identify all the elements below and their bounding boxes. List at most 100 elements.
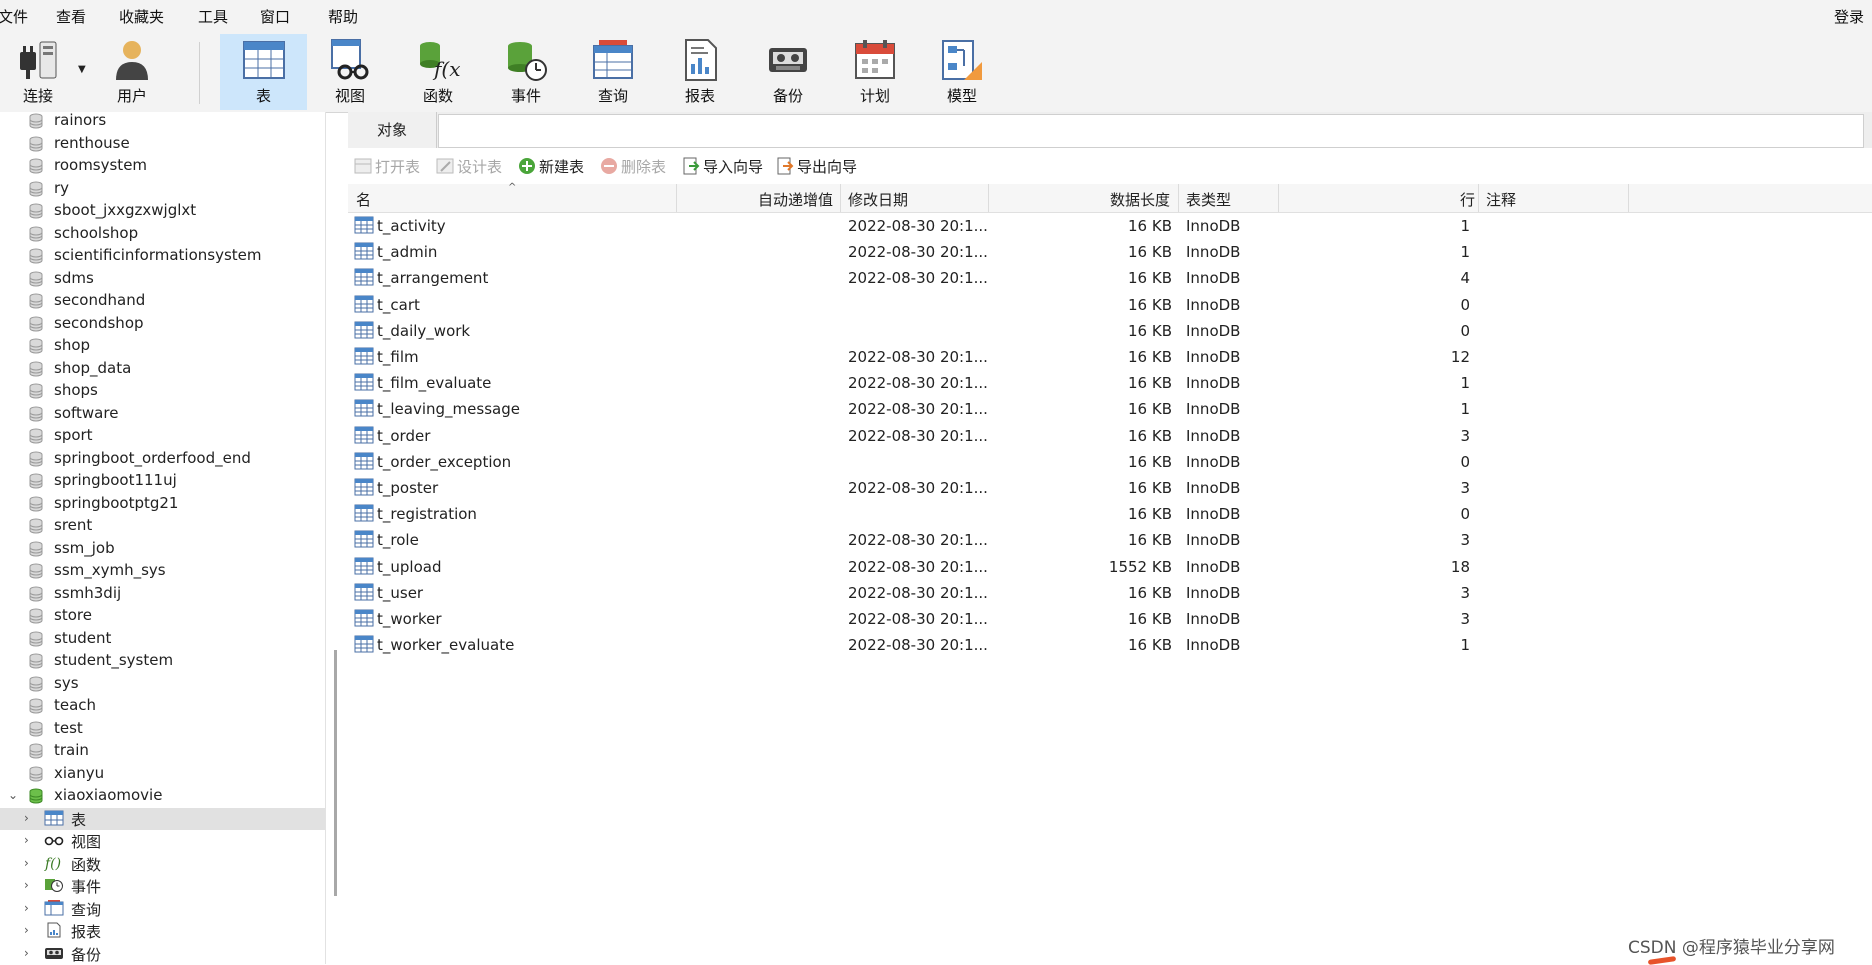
sidebar-category-item[interactable]: › 表 [0, 807, 325, 830]
sidebar-database-item[interactable]: secondhand [0, 290, 325, 312]
export-wizard-button[interactable]: 导出向导 [776, 156, 857, 177]
column-divider[interactable] [988, 184, 989, 212]
chevron-right-icon[interactable]: › [24, 856, 29, 870]
sidebar-database-item[interactable]: ssmh3dij [0, 583, 325, 605]
sidebar-database-item[interactable]: sys [0, 673, 325, 695]
sidebar-category-item[interactable]: › 视图 [0, 830, 325, 852]
sidebar-category-item[interactable]: › 备份 [0, 943, 325, 965]
ribbon-event-button[interactable]: 事件 [484, 34, 568, 110]
chevron-down-icon[interactable]: ▼ [78, 64, 86, 75]
col-rows-header[interactable]: 行 [1460, 189, 1475, 210]
menu-view[interactable]: 查看 [56, 6, 86, 27]
import-wizard-button[interactable]: 导入向导 [682, 156, 763, 177]
column-divider[interactable] [1178, 184, 1179, 212]
table-row[interactable]: t_worker_evaluate 2022-08-30 20:1... 16 KB… [348, 633, 1872, 659]
sidebar-database-item[interactable]: software [0, 403, 325, 425]
table-row[interactable]: t_role 2022-08-30 20:1... 16 KB InnoDB 3 [348, 528, 1872, 554]
table-row[interactable]: t_leaving_message 2022-08-30 20:1... 16 KB… [348, 397, 1872, 423]
sidebar-database-item[interactable]: rainors [0, 112, 325, 132]
sidebar-database-item[interactable]: renthouse [0, 133, 325, 155]
column-divider[interactable] [1628, 184, 1629, 212]
column-divider[interactable] [1478, 184, 1479, 212]
sidebar-database-item[interactable]: springboot111uj [0, 470, 325, 492]
sidebar-database-item[interactable]: train [0, 740, 325, 762]
column-divider[interactable] [1278, 184, 1279, 212]
col-data-length-header[interactable]: 数据长度 [1110, 189, 1170, 210]
sidebar-database-open[interactable]: ⌄ xiaoxiaomovie [0, 785, 325, 807]
col-name-header[interactable]: 名 [356, 189, 371, 210]
object-search-input[interactable] [438, 114, 1864, 148]
menu-window[interactable]: 窗口 [260, 6, 290, 27]
chevron-right-icon[interactable]: › [24, 901, 29, 915]
chevron-right-icon[interactable]: › [24, 878, 29, 892]
sidebar-database-item[interactable]: student_system [0, 650, 325, 672]
ribbon-backup-button[interactable]: 备份 [746, 34, 830, 110]
sidebar-database-item[interactable]: roomsystem [0, 155, 325, 177]
new-table-button[interactable]: 新建表 [518, 156, 584, 177]
sidebar-database-item[interactable]: ssm_job [0, 538, 325, 560]
tab-objects[interactable]: 对象 [348, 112, 437, 148]
sidebar-category-item[interactable]: › f() 函数 [0, 853, 325, 875]
menu-help[interactable]: 帮助 [328, 6, 358, 27]
table-row[interactable]: t_user 2022-08-30 20:1... 16 KB InnoDB 3 [348, 581, 1872, 607]
login-link[interactable]: 登录 [1834, 6, 1864, 27]
sidebar-database-item[interactable]: ssm_xymh_sys [0, 560, 325, 582]
chevron-right-icon[interactable]: › [24, 923, 29, 937]
sidebar-category-item[interactable]: › 查询 [0, 898, 325, 920]
chevron-right-icon[interactable]: › [24, 833, 29, 847]
menu-tools[interactable]: 工具 [198, 6, 228, 27]
sidebar-database-item[interactable]: shop_data [0, 358, 325, 380]
table-row[interactable]: t_worker 2022-08-30 20:1... 16 KB InnoDB 3 [348, 607, 1872, 633]
sidebar-database-item[interactable]: schoolshop [0, 223, 325, 245]
ribbon-function-button[interactable]: f(x) 函数 [396, 34, 480, 110]
sidebar-database-item[interactable]: sdms [0, 268, 325, 290]
menu-file[interactable]: 文件 [0, 6, 28, 27]
user-button[interactable]: 用户 [90, 34, 174, 110]
sidebar-scrollbar[interactable] [334, 650, 337, 896]
column-divider[interactable] [840, 184, 841, 212]
table-row[interactable]: t_order_exception 16 KB InnoDB 0 [348, 450, 1872, 476]
table-row[interactable]: t_cart 16 KB InnoDB 0 [348, 293, 1872, 319]
table-row[interactable]: t_activity 2022-08-30 20:1... 16 KB InnoDB 1 [348, 214, 1872, 240]
sidebar-database-item[interactable]: teach [0, 695, 325, 717]
table-row[interactable]: t_daily_work 16 KB InnoDB 0 [348, 319, 1872, 345]
connect-button[interactable]: 连接 ▼ [0, 34, 86, 110]
col-auto-increment-header[interactable]: 自动递增值 [758, 189, 833, 210]
sidebar-database-item[interactable]: scientificinformationsystem [0, 245, 325, 267]
table-row[interactable]: t_arrangement 2022-08-30 20:1... 16 KB Inno… [348, 266, 1872, 292]
sidebar-category-item[interactable]: › 报表 [0, 920, 325, 942]
sidebar-database-item[interactable]: sboot_jxxgzxwjglxt [0, 200, 325, 222]
table-row[interactable]: t_film 2022-08-30 20:1... 16 KB InnoDB 12 [348, 345, 1872, 371]
ribbon-view-button[interactable]: 视图 [308, 34, 392, 110]
ribbon-model-button[interactable]: 模型 [920, 34, 1004, 110]
ribbon-schedule-button[interactable]: 计划 [833, 34, 917, 110]
ribbon-report-button[interactable]: 报表 [658, 34, 742, 110]
col-modified-header[interactable]: 修改日期 [848, 189, 908, 210]
chevron-down-icon[interactable]: ⌄ [8, 788, 18, 802]
sidebar-database-item[interactable]: springbootptg21 [0, 493, 325, 515]
sidebar-database-item[interactable]: xianyu [0, 763, 325, 785]
table-row[interactable]: t_poster 2022-08-30 20:1... 16 KB InnoDB 3 [348, 476, 1872, 502]
sidebar-database-item[interactable]: store [0, 605, 325, 627]
sidebar-database-item[interactable]: secondshop [0, 313, 325, 335]
sidebar-database-item[interactable]: springboot_orderfood_end [0, 448, 325, 470]
table-row[interactable]: t_upload 2022-08-30 20:1... 1552 KB InnoDB 1… [348, 555, 1872, 581]
column-divider[interactable] [676, 184, 677, 212]
sidebar-database-item[interactable]: srent [0, 515, 325, 537]
ribbon-table-button[interactable]: 表 [220, 34, 307, 110]
design-table-button[interactable]: 设计表 [436, 156, 502, 177]
table-row[interactable]: t_order 2022-08-30 20:1... 16 KB InnoDB 3 [348, 424, 1872, 450]
sidebar-category-item[interactable]: › 事件 [0, 875, 325, 897]
sidebar-database-item[interactable]: sport [0, 425, 325, 447]
sidebar-database-item[interactable]: shops [0, 380, 325, 402]
col-engine-header[interactable]: 表类型 [1186, 189, 1231, 210]
table-row[interactable]: t_film_evaluate 2022-08-30 20:1... 16 KB In… [348, 371, 1872, 397]
sidebar-database-item[interactable]: ry [0, 178, 325, 200]
table-row[interactable]: t_admin 2022-08-30 20:1... 16 KB InnoDB 1 [348, 240, 1872, 266]
sidebar-database-item[interactable]: student [0, 628, 325, 650]
delete-table-button[interactable]: 删除表 [600, 156, 666, 177]
chevron-right-icon[interactable]: › [24, 946, 29, 960]
sidebar-database-item[interactable]: shop [0, 335, 325, 357]
table-row[interactable]: t_registration 16 KB InnoDB 0 [348, 502, 1872, 528]
col-comment-header[interactable]: 注释 [1486, 189, 1516, 210]
